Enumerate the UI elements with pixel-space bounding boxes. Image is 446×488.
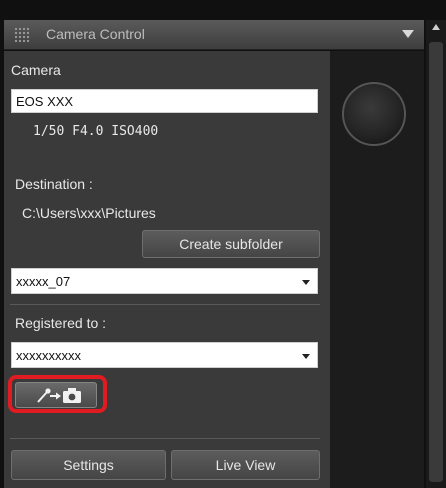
section-divider [10,304,320,305]
destination-path: C:\Users\xxx\Pictures [22,205,156,221]
registered-to-value: xxxxxxxxxx [16,348,81,363]
camera-model-field: EOS XXX [11,89,318,113]
shutter-button[interactable] [342,82,406,146]
scroll-thumb[interactable] [429,42,443,482]
collapse-arrow-icon[interactable] [402,30,414,38]
panel-title: Camera Control [46,26,145,42]
settings-button[interactable]: Settings [11,450,166,480]
dropdown-arrow-icon[interactable] [302,280,310,285]
subfolder-value: xxxxx_07 [16,274,71,289]
vertical-scrollbar[interactable] [426,20,446,488]
destination-label: Destination : [15,176,93,192]
drag-grip-icon[interactable] [14,27,30,43]
panel-titlebar[interactable]: Camera Control [4,20,424,50]
scroll-up-icon[interactable] [432,24,440,30]
footer-divider [10,438,320,439]
exposure-settings-text: 1/50 F4.0 ISO400 [33,124,159,139]
subfolder-select[interactable]: xxxxx_07 [11,268,318,294]
create-subfolder-button[interactable]: Create subfolder [142,230,320,258]
live-view-button[interactable]: Live View [171,450,320,480]
highlight-frame [8,375,107,413]
camera-control-panel: Camera Control Camera EOS XXX 1/50 F4.0 … [0,0,446,488]
camera-label: Camera [11,62,61,78]
dropdown-arrow-icon[interactable] [302,354,310,359]
registered-to-select[interactable]: xxxxxxxxxx [11,342,318,368]
registered-to-label: Registered to : [15,315,107,331]
